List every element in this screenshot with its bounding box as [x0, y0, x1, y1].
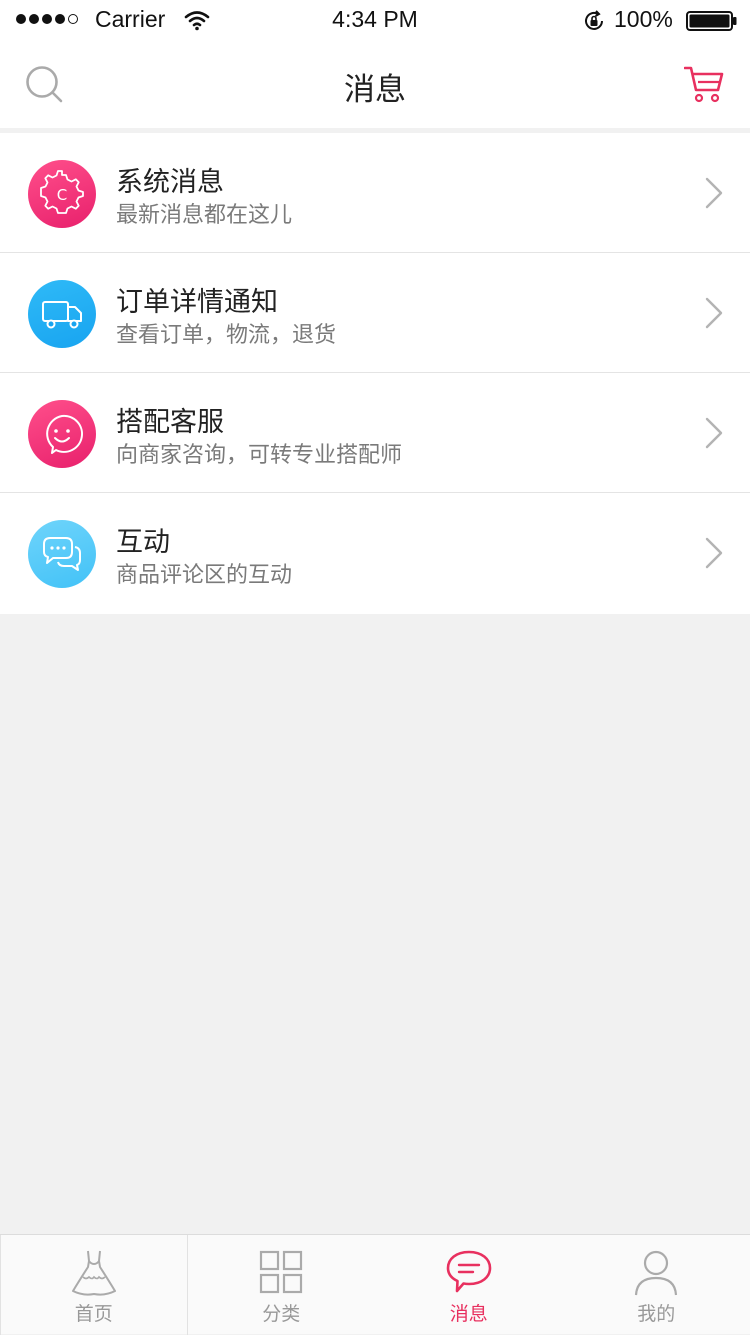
status-bar: Carrier 4:34 PM 100% — [0, 0, 750, 40]
tab-profile[interactable]: 我的 — [563, 1235, 750, 1335]
rotation-lock-icon — [582, 9, 606, 33]
navigation-bar: 消息 — [0, 40, 750, 128]
message-list: C 系统消息 最新消息都在这儿 订单详情通知 查看订单，物流，退货 — [0, 133, 750, 614]
tab-messages[interactable]: 消息 — [375, 1235, 563, 1335]
item-title: 系统消息 — [116, 160, 224, 199]
item-title: 订单详情通知 — [116, 280, 278, 319]
battery-icon — [686, 11, 738, 31]
item-subtitle: 向商家咨询，可转专业搭配师 — [116, 437, 402, 469]
tab-bar: 首页 分类 消息 我的 — [0, 1234, 750, 1334]
chevron-right-icon — [704, 417, 724, 449]
tab-label: 消息 — [375, 1299, 563, 1326]
item-subtitle: 最新消息都在这儿 — [116, 197, 292, 229]
chevron-right-icon — [704, 537, 724, 569]
grid-icon — [256, 1247, 306, 1297]
svg-text:C: C — [57, 186, 67, 204]
tab-category[interactable]: 分类 — [188, 1235, 376, 1335]
tab-label: 首页 — [1, 1299, 187, 1326]
truck-icon — [28, 280, 96, 348]
dress-icon — [69, 1247, 119, 1297]
user-icon — [631, 1247, 681, 1297]
list-item-order-notifications[interactable]: 订单详情通知 查看订单，物流，退货 — [0, 253, 750, 373]
chat-bubbles-icon — [28, 520, 96, 588]
item-subtitle: 查看订单，物流，退货 — [116, 317, 336, 349]
cart-icon[interactable] — [684, 64, 724, 104]
list-item-system-messages[interactable]: C 系统消息 最新消息都在这儿 — [0, 133, 750, 253]
list-item-interactions[interactable]: 互动 商品评论区的互动 — [0, 493, 750, 614]
gear-icon: C — [28, 160, 96, 228]
message-icon — [444, 1247, 494, 1297]
chevron-right-icon — [704, 177, 724, 209]
chevron-right-icon — [704, 297, 724, 329]
item-subtitle: 商品评论区的互动 — [116, 557, 292, 589]
item-title: 互动 — [116, 520, 170, 559]
tab-home[interactable]: 首页 — [0, 1235, 188, 1335]
item-title: 搭配客服 — [116, 400, 224, 439]
battery-percent: 100% — [614, 6, 673, 33]
tab-label: 我的 — [563, 1299, 750, 1326]
service-face-icon — [28, 400, 96, 468]
list-item-styling-service[interactable]: 搭配客服 向商家咨询，可转专业搭配师 — [0, 373, 750, 493]
tab-label: 分类 — [188, 1299, 376, 1326]
page-title: 消息 — [0, 64, 750, 109]
